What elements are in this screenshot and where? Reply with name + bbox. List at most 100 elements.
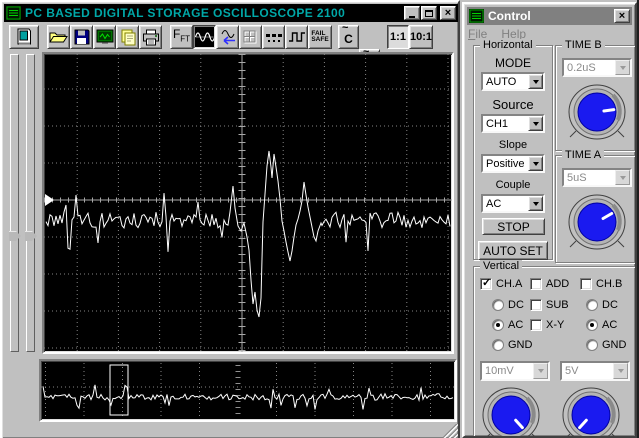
gnd-label: GND xyxy=(508,339,533,351)
time-a-select[interactable]: 5uS xyxy=(562,168,632,187)
control-window: Control × File Help Horizontal MODE AUTO… xyxy=(462,2,637,438)
couple-select[interactable]: AC xyxy=(481,194,545,213)
sub-checkbox[interactable]: SUB xyxy=(530,299,569,311)
auto-set-button[interactable]: AUTO SET xyxy=(478,241,548,260)
slope-dropdown-button[interactable] xyxy=(528,156,543,171)
open-button[interactable] xyxy=(47,25,70,49)
chevron-down-icon xyxy=(619,175,626,180)
notes-button[interactable] xyxy=(116,25,139,49)
ch-b-ac-radio[interactable]: AC xyxy=(586,319,617,331)
time-a-dropdown-button[interactable] xyxy=(615,170,630,185)
time-b-select[interactable]: 0.2uS xyxy=(562,58,632,77)
ch-a-range-dropdown-button[interactable] xyxy=(533,363,548,379)
checkbox-icon[interactable] xyxy=(530,299,542,311)
ch-b-range-select[interactable]: 5V xyxy=(560,361,630,381)
probe-10-1-button[interactable]: 10:1 xyxy=(409,25,433,49)
radio-icon[interactable] xyxy=(586,319,598,331)
square-wave-icon xyxy=(288,32,305,42)
close-button[interactable]: × xyxy=(440,6,456,20)
ch-b-range-dropdown-button[interactable] xyxy=(613,363,628,379)
probe-1-1-button[interactable]: 1:1 xyxy=(387,25,409,49)
xy-checkbox[interactable]: X-Y xyxy=(530,319,564,331)
overview-selection-box[interactable] xyxy=(109,364,129,416)
calibrate-c-button[interactable]: ~ C xyxy=(338,25,359,49)
source-dropdown-button[interactable] xyxy=(528,116,543,131)
checkbox-icon[interactable] xyxy=(530,319,542,331)
fail-safe-button[interactable]: FAIL SAFE xyxy=(308,25,332,49)
exit-button[interactable] xyxy=(9,25,39,49)
checkbox-icon[interactable] xyxy=(480,276,492,290)
sine-display-button[interactable] xyxy=(193,25,216,49)
square-wave-button[interactable] xyxy=(285,25,308,49)
resize-grip[interactable] xyxy=(440,424,458,438)
save-button[interactable] xyxy=(70,25,93,49)
radio-icon[interactable] xyxy=(492,319,504,331)
chevron-down-icon xyxy=(532,79,539,84)
chevron-down-icon xyxy=(532,121,539,126)
couple-dropdown-button[interactable] xyxy=(528,196,543,211)
checkbox-icon[interactable] xyxy=(530,278,542,290)
stop-button[interactable]: STOP xyxy=(482,218,545,235)
app-icon xyxy=(6,6,21,20)
checkbox-icon[interactable] xyxy=(580,278,592,290)
ch-a-range-value: 10mV xyxy=(485,365,514,377)
ch-b-checkbox[interactable]: CH.B xyxy=(580,278,622,290)
print-button[interactable] xyxy=(139,25,162,49)
time-a-value: 5uS xyxy=(567,171,587,184)
maximize-button[interactable] xyxy=(421,6,437,20)
horizontal-group: Horizontal MODE AUTO Source CH1 Slope Po… xyxy=(473,39,553,260)
ch-a-checkbox[interactable]: CH.A xyxy=(480,276,522,290)
single-shot-button[interactable] xyxy=(216,25,239,49)
radio-icon[interactable] xyxy=(492,339,504,351)
ch-a-gnd-radio[interactable]: GND xyxy=(492,339,532,351)
control-close-button[interactable]: × xyxy=(614,9,630,23)
ratio-1-1-label: 1:1 xyxy=(390,31,406,43)
sub-label: SUB xyxy=(546,299,569,311)
notes-icon xyxy=(121,29,135,45)
fail-safe-label: FAIL SAFE xyxy=(311,29,329,43)
position-slider-1[interactable] xyxy=(9,54,21,352)
scope-view-button[interactable] xyxy=(93,25,116,49)
position-slider-2-thumb[interactable] xyxy=(25,231,37,241)
time-b-knob[interactable] xyxy=(564,82,630,148)
arrow-wave-icon xyxy=(221,29,235,45)
maximize-icon xyxy=(425,9,433,17)
position-slider-1-thumb[interactable] xyxy=(9,231,21,241)
scope-grid-and-trace xyxy=(44,54,452,352)
dotted-grid-button[interactable] xyxy=(262,25,285,49)
ch-b-dc-radio[interactable]: DC xyxy=(586,299,618,311)
ch-b-gain-knob[interactable] xyxy=(558,385,624,438)
slope-select[interactable]: Positive xyxy=(481,154,545,173)
horizontal-group-label: Horizontal xyxy=(480,39,536,51)
main-titlebar[interactable]: PC BASED DIGITAL STORAGE OSCILLOSCOPE 21… xyxy=(4,4,458,22)
ch-a-ac-radio[interactable]: AC xyxy=(492,319,523,331)
fft-button[interactable]: FFT xyxy=(170,25,193,49)
close-icon: × xyxy=(618,10,626,22)
source-select[interactable]: CH1 xyxy=(481,114,545,133)
scope-display xyxy=(42,52,454,354)
ch-a-dc-radio[interactable]: DC xyxy=(492,299,524,311)
mode-select[interactable]: AUTO xyxy=(481,72,545,91)
xy-label: X-Y xyxy=(546,319,565,331)
grid-toggle-button[interactable] xyxy=(239,25,262,49)
radio-icon[interactable] xyxy=(492,299,504,311)
time-a-knob[interactable] xyxy=(564,192,630,258)
mode-dropdown-button[interactable] xyxy=(528,74,543,89)
control-window-title: Control xyxy=(488,9,531,23)
radio-icon[interactable] xyxy=(586,299,598,311)
position-slider-2[interactable] xyxy=(25,54,37,352)
control-titlebar[interactable]: Control × xyxy=(467,7,632,25)
minimize-icon xyxy=(409,15,415,18)
ch-a-range-select[interactable]: 10mV xyxy=(480,361,550,381)
trigger-level-marker[interactable] xyxy=(45,194,54,206)
minimize-button[interactable] xyxy=(404,6,420,20)
time-b-dropdown-button[interactable] xyxy=(615,60,630,75)
desktop: PC BASED DIGITAL STORAGE OSCILLOSCOPE 21… xyxy=(0,0,639,438)
ch-b-gnd-radio[interactable]: GND xyxy=(586,339,626,351)
ch-a-gain-knob[interactable] xyxy=(478,385,544,438)
add-checkbox[interactable]: ADD xyxy=(530,278,569,290)
close-icon: × xyxy=(444,7,452,19)
couple-value: AC xyxy=(486,197,502,210)
radio-icon[interactable] xyxy=(586,339,598,351)
window-title: PC BASED DIGITAL STORAGE OSCILLOSCOPE 21… xyxy=(25,6,346,20)
